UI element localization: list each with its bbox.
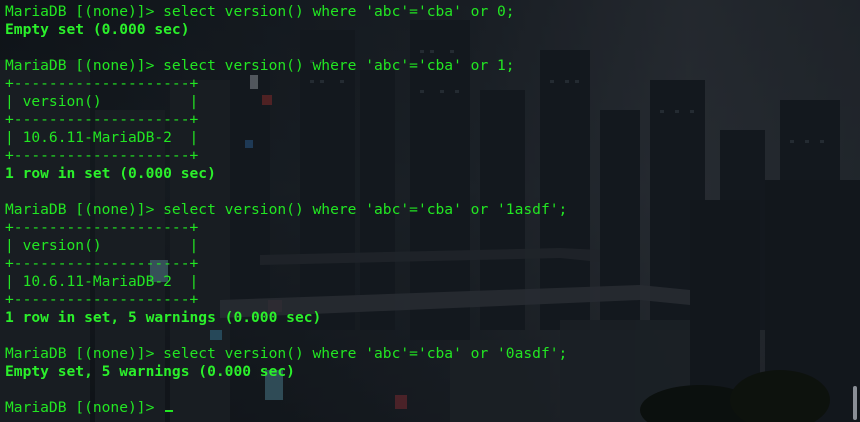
- scrollbar-thumb[interactable]: [853, 386, 857, 420]
- block-cursor-icon: [165, 410, 174, 412]
- terminal-line: Empty set, 5 warnings (0.000 sec): [5, 363, 295, 380]
- terminal-line: | version() |: [5, 93, 199, 110]
- terminal-line: | 10.6.11-MariaDB-2 |: [5, 129, 199, 146]
- prompt-text: MariaDB [(none)]>: [5, 399, 164, 416]
- terminal-prompt-line[interactable]: MariaDB [(none)]>: [5, 399, 840, 417]
- terminal-line: +--------------------+: [5, 75, 199, 92]
- terminal-line: +--------------------+: [5, 255, 199, 272]
- terminal-line: 1 row in set (0.000 sec): [5, 165, 216, 182]
- terminal-line: MariaDB [(none)]> select version() where…: [5, 201, 568, 218]
- terminal-line: | 10.6.11-MariaDB-2 |: [5, 273, 199, 290]
- terminal-window[interactable]: MariaDB [(none)]> select version() where…: [0, 0, 860, 422]
- terminal-output: MariaDB [(none)]> select version() where…: [5, 3, 840, 417]
- terminal-line: +--------------------+: [5, 111, 199, 128]
- terminal-line: MariaDB [(none)]> select version() where…: [5, 57, 515, 74]
- terminal-line: 1 row in set, 5 warnings (0.000 sec): [5, 309, 322, 326]
- terminal-line: Empty set (0.000 sec): [5, 21, 190, 38]
- terminal-line: MariaDB [(none)]> select version() where…: [5, 345, 568, 362]
- terminal-line: +--------------------+: [5, 219, 199, 236]
- terminal-line: +--------------------+: [5, 291, 199, 308]
- terminal-line: MariaDB [(none)]> select version() where…: [5, 3, 515, 20]
- terminal-line: | version() |: [5, 237, 199, 254]
- terminal-line: +--------------------+: [5, 147, 199, 164]
